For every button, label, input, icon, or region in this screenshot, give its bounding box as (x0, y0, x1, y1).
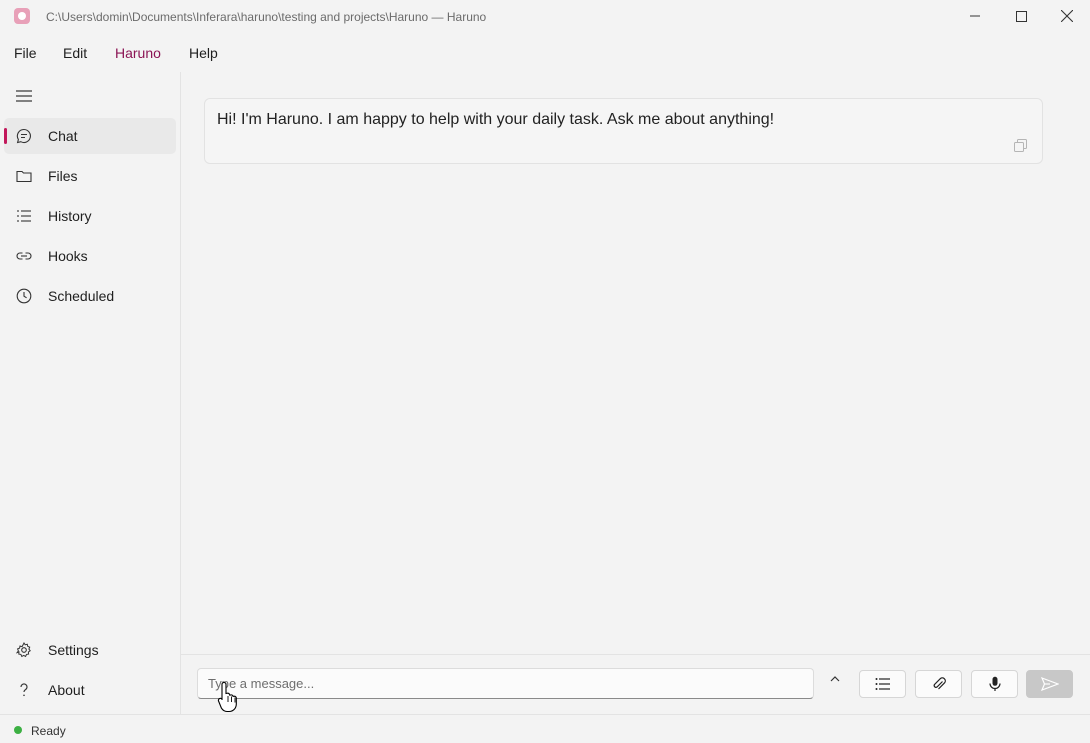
folder-icon (16, 170, 32, 183)
title-bar: C:\Users\domin\Documents\Inferara\haruno… (0, 0, 1090, 33)
microphone-icon (988, 676, 1001, 691)
sidebar-item-label: Chat (48, 128, 78, 144)
chat-area: Hi! I'm Haruno. I am happy to help with … (181, 72, 1090, 654)
sidebar-item-files[interactable]: Files (4, 158, 176, 194)
hamburger-menu-button[interactable] (15, 89, 33, 103)
message-composer (181, 654, 1090, 714)
window-title: C:\Users\domin\Documents\Inferara\haruno… (46, 10, 487, 24)
sidebar-item-label: Files (48, 168, 78, 184)
menu-haruno[interactable]: Haruno (115, 45, 161, 61)
sidebar-item-label: Scheduled (48, 288, 115, 304)
paperclip-icon (933, 677, 946, 690)
status-bar: Ready (0, 714, 1090, 743)
sidebar-item-chat[interactable]: Chat (4, 118, 176, 154)
sidebar-item-history[interactable]: History (4, 198, 176, 234)
message-text: Hi! I'm Haruno. I am happy to help with … (217, 111, 775, 128)
close-button[interactable] (1044, 0, 1090, 32)
hamburger-icon (16, 90, 32, 102)
sidebar-item-label: Hooks (48, 248, 88, 264)
chat-bubble-icon (16, 128, 31, 144)
message-input[interactable] (197, 668, 814, 699)
maximize-icon (1015, 10, 1027, 22)
close-icon (1061, 10, 1073, 22)
microphone-button[interactable] (971, 670, 1018, 698)
clock-icon (16, 288, 32, 304)
status-text: Ready (31, 724, 66, 738)
expand-button[interactable] (827, 671, 843, 687)
list-icon (17, 210, 31, 222)
sidebar-item-label: Settings (48, 642, 99, 658)
sidebar-item-hooks[interactable]: Hooks (4, 238, 176, 274)
attach-button[interactable] (915, 670, 962, 698)
link-icon (16, 252, 32, 260)
list-button[interactable] (859, 670, 906, 698)
gear-icon (16, 642, 31, 658)
chevron-up-icon (830, 676, 840, 682)
send-icon (1040, 677, 1059, 691)
minimize-button[interactable] (952, 0, 998, 32)
sidebar-item-about[interactable]: About (4, 672, 176, 708)
list-icon (875, 678, 890, 690)
copy-icon (1014, 139, 1027, 152)
sidebar: Chat Files History Hooks Scheduled Setti… (0, 72, 181, 714)
maximize-button[interactable] (998, 0, 1044, 32)
status-indicator (14, 726, 22, 734)
sidebar-item-scheduled[interactable]: Scheduled (4, 278, 176, 314)
sidebar-item-label: About (48, 682, 85, 698)
send-button[interactable] (1026, 670, 1073, 698)
sidebar-item-settings[interactable]: Settings (4, 632, 176, 668)
menu-bar: File Edit Haruno Help (0, 36, 1090, 70)
hand-cursor-icon (217, 681, 237, 713)
question-icon (20, 683, 28, 697)
menu-edit[interactable]: Edit (63, 45, 87, 61)
copy-button[interactable] (1014, 139, 1027, 152)
sidebar-item-label: History (48, 208, 92, 224)
minimize-icon (970, 15, 980, 17)
menu-file[interactable]: File (14, 45, 37, 61)
menu-help[interactable]: Help (189, 45, 218, 61)
app-logo-icon (14, 8, 30, 24)
chat-message: Hi! I'm Haruno. I am happy to help with … (204, 98, 1043, 164)
